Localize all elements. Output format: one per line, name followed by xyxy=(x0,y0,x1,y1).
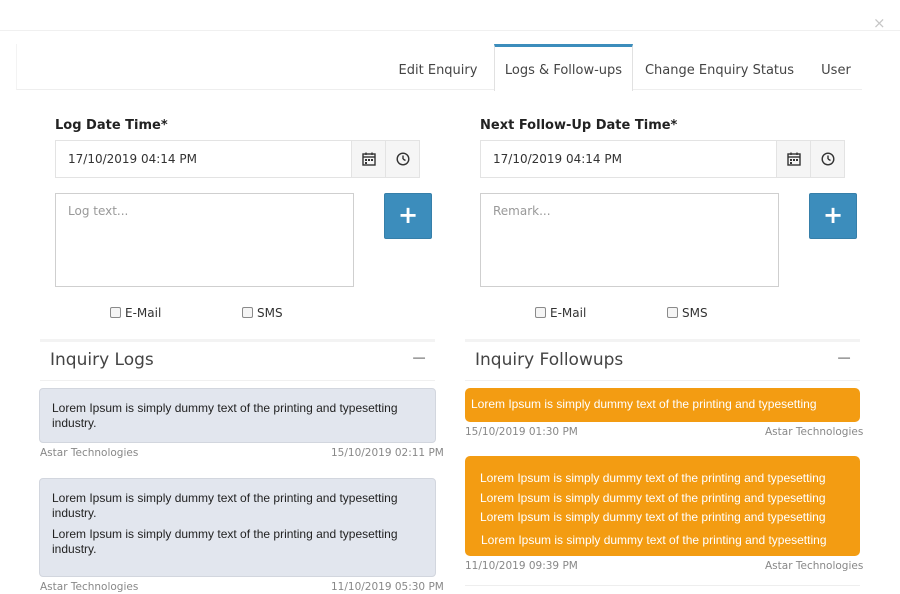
followup-timestamp: 15/10/2019 01:30 PM xyxy=(465,426,578,438)
log-item: Lorem Ipsum is simply dummy text of the … xyxy=(39,478,436,577)
inquiry-followups-header: Inquiry Followups − xyxy=(465,339,860,381)
log-timestamp: 11/10/2019 05:30 PM xyxy=(331,581,444,593)
minus-icon[interactable]: − xyxy=(836,347,852,369)
followup-author: Astar Technologies xyxy=(765,560,864,572)
followup-timestamp: 11/10/2019 09:39 PM xyxy=(465,560,578,572)
followup-text: Lorem Ipsum is simply dummy text of the … xyxy=(471,397,817,411)
add-log-button[interactable]: + xyxy=(384,193,432,239)
inquiry-logs-header: Inquiry Logs − xyxy=(40,339,435,381)
followup-datetime-value: 17/10/2019 04:14 PM xyxy=(493,152,622,166)
checkbox-icon[interactable] xyxy=(242,307,253,318)
followup-text: Lorem Ipsum is simply dummy text of the … xyxy=(480,471,826,485)
tab-bar: Edit Enquiry Logs & Follow-ups Change En… xyxy=(16,44,862,91)
minus-icon[interactable]: − xyxy=(411,347,427,369)
followup-email-label: E-Mail xyxy=(550,306,587,320)
tab-user[interactable]: User xyxy=(812,44,860,90)
log-sms-label: SMS xyxy=(257,306,283,320)
header-divider xyxy=(0,30,900,31)
tab-change-enquiry-status[interactable]: Change Enquiry Status xyxy=(639,44,800,90)
followup-author: Astar Technologies xyxy=(765,426,864,438)
followup-sms-checkbox[interactable]: SMS xyxy=(667,306,708,320)
log-datetime-input[interactable]: 17/10/2019 04:14 PM xyxy=(55,140,420,178)
log-text: Lorem Ipsum is simply dummy text of the … xyxy=(52,401,398,430)
add-followup-button[interactable]: + xyxy=(809,193,857,239)
followup-text: Lorem Ipsum is simply dummy text of the … xyxy=(480,510,826,524)
tab-logs-followups[interactable]: Logs & Follow-ups xyxy=(494,44,633,91)
log-item: Lorem Ipsum is simply dummy text of the … xyxy=(39,388,436,443)
checkbox-icon[interactable] xyxy=(535,307,546,318)
inquiry-logs-title: Inquiry Logs xyxy=(50,350,154,370)
log-text-input[interactable] xyxy=(55,193,354,287)
followups-bottom-divider xyxy=(465,585,860,586)
followup-datetime-input[interactable]: 17/10/2019 04:14 PM xyxy=(480,140,845,178)
log-text: Lorem Ipsum is simply dummy text of the … xyxy=(52,491,398,520)
followup-text: Lorem Ipsum is simply dummy text of the … xyxy=(481,533,827,547)
followup-email-checkbox[interactable]: E-Mail xyxy=(535,306,586,320)
log-timestamp: 15/10/2019 02:11 PM xyxy=(331,447,444,459)
followup-text: Lorem Ipsum is simply dummy text of the … xyxy=(480,491,826,505)
clock-icon[interactable] xyxy=(810,141,844,177)
clock-icon[interactable] xyxy=(385,141,419,177)
checkbox-icon[interactable] xyxy=(110,307,121,318)
log-text: Lorem Ipsum is simply dummy text of the … xyxy=(52,527,398,556)
tab-edit-enquiry[interactable]: Edit Enquiry xyxy=(386,44,490,90)
followup-item: Lorem Ipsum is simply dummy text of the … xyxy=(465,456,860,556)
log-sms-checkbox[interactable]: SMS xyxy=(242,306,283,320)
log-author: Astar Technologies xyxy=(40,581,139,593)
log-datetime-value: 17/10/2019 04:14 PM xyxy=(68,152,197,166)
followup-item: Lorem Ipsum is simply dummy text of the … xyxy=(465,388,860,422)
calendar-icon[interactable] xyxy=(776,141,810,177)
followup-remark-input[interactable] xyxy=(480,193,779,287)
log-datetime-label: Log Date Time* xyxy=(55,118,168,133)
followup-datetime-label: Next Follow-Up Date Time* xyxy=(480,118,678,133)
log-email-label: E-Mail xyxy=(125,306,162,320)
log-author: Astar Technologies xyxy=(40,447,139,459)
checkbox-icon[interactable] xyxy=(667,307,678,318)
calendar-icon[interactable] xyxy=(351,141,385,177)
followup-sms-label: SMS xyxy=(682,306,708,320)
inquiry-followups-title: Inquiry Followups xyxy=(475,350,624,370)
log-email-checkbox[interactable]: E-Mail xyxy=(110,306,161,320)
